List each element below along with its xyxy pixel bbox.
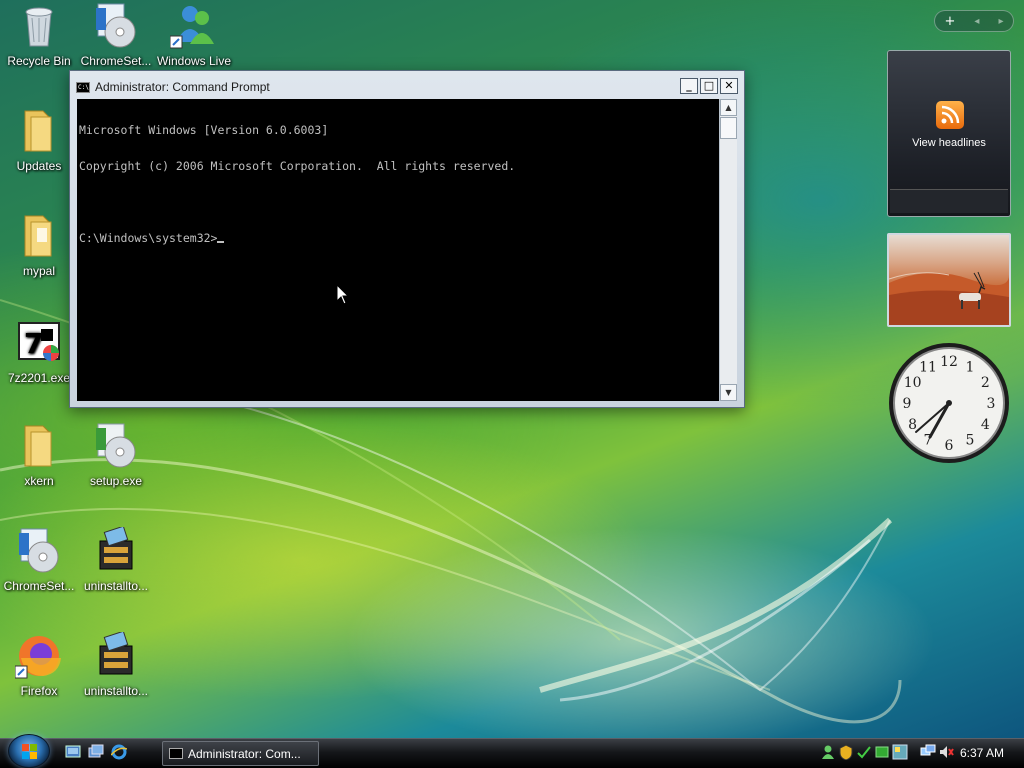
desktop-icon-chromesetup-1[interactable]: ChromeSet... bbox=[78, 2, 154, 68]
desktop-icon-label: xkern bbox=[24, 474, 54, 488]
clock-numeral: 9 bbox=[903, 396, 912, 412]
add-gadget-button[interactable]: + bbox=[945, 14, 956, 29]
desktop-icon-label: Recycle Bin bbox=[7, 54, 71, 68]
security-shield-icon[interactable] bbox=[838, 744, 854, 760]
clock-numeral: 11 bbox=[919, 360, 937, 376]
feed-gadget-footer bbox=[890, 189, 1008, 213]
tray-check-icon[interactable] bbox=[856, 744, 872, 760]
tray-green-icon[interactable] bbox=[874, 744, 890, 760]
windows-live-icon bbox=[169, 2, 218, 50]
desktop-icon-label: setup.exe bbox=[89, 474, 143, 488]
desktop-icon-label: uninstallto... bbox=[83, 684, 149, 698]
desktop-icon-label: Windows Live bbox=[156, 54, 232, 68]
console-output[interactable]: Microsoft Windows [Version 6.0.6003] Cop… bbox=[77, 99, 719, 401]
folder-icon bbox=[15, 422, 63, 470]
clock-numeral: 10 bbox=[904, 375, 922, 391]
clock-numeral: 1 bbox=[966, 360, 975, 376]
console-prompt: C:\Windows\system32> bbox=[79, 231, 218, 245]
slideshow-gadget[interactable] bbox=[887, 233, 1011, 327]
window-title: Administrator: Command Prompt bbox=[95, 80, 270, 94]
close-button[interactable]: ✕ bbox=[720, 78, 738, 94]
next-gadgets-button[interactable]: ▸ bbox=[998, 16, 1003, 27]
clock-numeral: 4 bbox=[981, 417, 990, 433]
mouse-pointer-icon bbox=[336, 284, 350, 305]
desktop-icon-chromesetup-2[interactable]: ChromeSet... bbox=[1, 527, 77, 593]
oryx-desert-photo bbox=[889, 271, 1009, 325]
window-titlebar[interactable]: C:\ Administrator: Command Prompt _ □ ✕ bbox=[76, 77, 738, 97]
folder-icon bbox=[15, 212, 63, 260]
desktop-icon-windows-live[interactable]: Windows Live bbox=[156, 2, 232, 68]
svg-text:7: 7 bbox=[24, 327, 43, 360]
desktop-icon-setup-exe[interactable]: setup.exe bbox=[78, 422, 154, 488]
volume-muted-icon[interactable] bbox=[938, 744, 954, 760]
7zip-icon: 7 bbox=[15, 319, 63, 367]
network-icon[interactable] bbox=[920, 744, 936, 760]
desktop-icon-updates[interactable]: Updates bbox=[1, 107, 77, 173]
installer-disc-icon bbox=[92, 2, 140, 50]
desktop-icon-label: ChromeSet... bbox=[3, 579, 75, 593]
installer-disc-icon bbox=[15, 527, 63, 575]
scroll-down-arrow-icon[interactable]: ▼ bbox=[720, 384, 737, 401]
taskbar-clock[interactable]: 6:37 AM bbox=[960, 746, 1004, 760]
desktop-icon-recycle-bin[interactable]: Recycle Bin bbox=[1, 2, 77, 68]
command-prompt-window[interactable]: C:\ Administrator: Command Prompt _ □ ✕ … bbox=[69, 70, 745, 408]
clock-numeral: 12 bbox=[940, 354, 958, 370]
desktop-icon-label: ChromeSet... bbox=[80, 54, 152, 68]
windows-logo-icon bbox=[22, 744, 37, 759]
desktop-icon-uninstalltool-1[interactable]: uninstallto... bbox=[78, 525, 154, 593]
taskbar-button-command-prompt[interactable]: Administrator: Com... bbox=[162, 741, 319, 766]
desktop-icon-firefox[interactable]: Firefox bbox=[1, 632, 77, 698]
desktop-icon-label: 7z2201.exe bbox=[7, 371, 71, 385]
previous-gadgets-button[interactable]: ◂ bbox=[974, 16, 979, 27]
internet-explorer-icon[interactable] bbox=[111, 744, 127, 760]
console-prompt-line: C:\Windows\system32> bbox=[79, 232, 717, 244]
desktop-icon-uninstalltool-2[interactable]: uninstallto... bbox=[78, 630, 154, 698]
window-controls: _ □ ✕ bbox=[678, 78, 738, 94]
clock-numeral: 3 bbox=[987, 396, 996, 412]
clock-numeral: 6 bbox=[945, 438, 954, 454]
clock-gadget[interactable]: 12 1 2 3 4 5 6 7 8 9 10 11 bbox=[886, 340, 1012, 466]
user-tray-icon[interactable] bbox=[820, 744, 836, 760]
console-line: Microsoft Windows [Version 6.0.6003] bbox=[79, 123, 329, 137]
maximize-button[interactable]: □ bbox=[700, 78, 718, 94]
tray-app-icon[interactable] bbox=[892, 744, 908, 760]
desktop-icon-xkern[interactable]: xkern bbox=[1, 422, 77, 488]
desktop-icon-label: Updates bbox=[16, 159, 62, 173]
uninstall-tool-icon bbox=[92, 525, 140, 575]
minimize-button[interactable]: _ bbox=[680, 78, 698, 94]
scroll-thumb[interactable] bbox=[720, 117, 737, 139]
firefox-icon bbox=[14, 632, 63, 680]
uninstall-tool-icon bbox=[92, 630, 140, 680]
switch-windows-icon[interactable] bbox=[88, 744, 104, 760]
folder-icon bbox=[15, 107, 63, 155]
command-prompt-icon bbox=[169, 748, 183, 759]
show-desktop-icon[interactable] bbox=[65, 744, 81, 760]
text-cursor bbox=[217, 241, 225, 243]
desktop-icon-label: Firefox bbox=[20, 684, 58, 698]
start-button[interactable] bbox=[8, 734, 50, 768]
desktop-icon-label: uninstallto... bbox=[83, 579, 149, 593]
sidebar-controls: + ◂ ▸ bbox=[934, 10, 1014, 32]
rss-icon bbox=[936, 101, 964, 129]
command-prompt-icon: C:\ bbox=[76, 81, 90, 93]
desktop-icon-7z2201[interactable]: 7 7z2201.exe bbox=[1, 319, 77, 385]
clock-numeral: 5 bbox=[966, 432, 975, 448]
desktop-icon-mypal[interactable]: mypal bbox=[1, 212, 77, 278]
taskbar-button-label: Administrator: Com... bbox=[188, 746, 301, 761]
scroll-up-arrow-icon[interactable]: ▲ bbox=[720, 99, 737, 116]
clock-numeral: 8 bbox=[908, 417, 917, 433]
vertical-scrollbar[interactable]: ▲ ▼ bbox=[719, 99, 737, 401]
view-headlines-link[interactable]: View headlines bbox=[888, 137, 1010, 149]
installer-disc-icon bbox=[92, 422, 140, 470]
clock-numeral: 2 bbox=[981, 375, 990, 391]
desktop-icon-label: mypal bbox=[22, 264, 55, 278]
feed-headlines-gadget[interactable]: View headlines bbox=[887, 50, 1011, 217]
console-line: Copyright (c) 2006 Microsoft Corporation… bbox=[79, 159, 516, 173]
recycle-bin-icon bbox=[15, 2, 63, 50]
